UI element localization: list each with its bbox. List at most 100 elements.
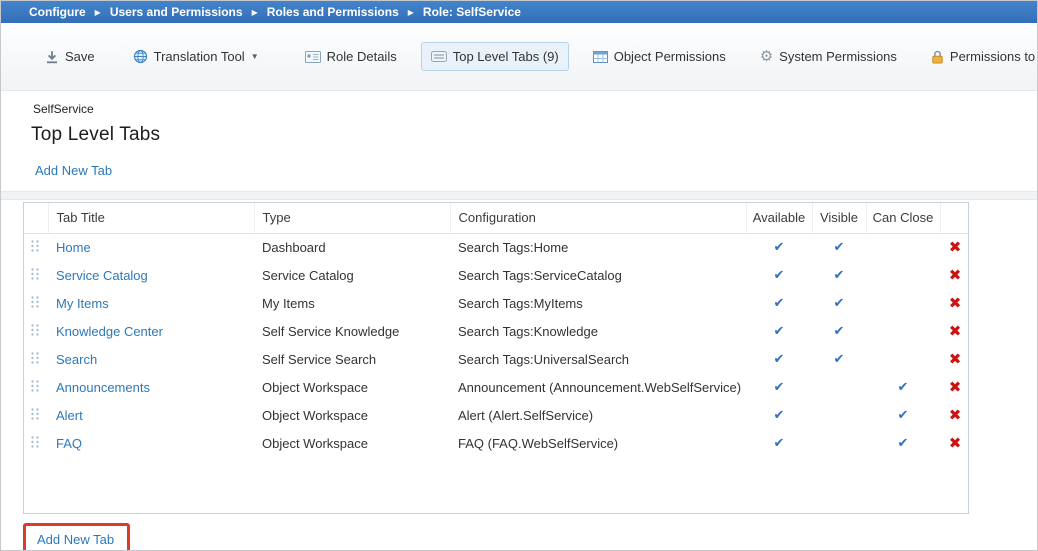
column-header-configuration[interactable]: Configuration	[450, 203, 746, 233]
tab-title-link[interactable]: Knowledge Center	[56, 324, 163, 339]
available-check-icon[interactable]: ✔	[746, 289, 812, 317]
available-check-icon[interactable]: ✔	[746, 233, 812, 261]
tab-title-link[interactable]: Search	[56, 352, 97, 367]
visible-check-icon[interactable]	[812, 373, 866, 401]
drag-handle-icon[interactable]	[30, 295, 40, 309]
save-label: Save	[65, 49, 95, 64]
role-details-icon	[305, 51, 321, 63]
delete-row-icon[interactable]: ✖	[940, 429, 969, 457]
toolbar-tab-role-details[interactable]: Role Details	[295, 42, 407, 71]
page-title: Top Level Tabs	[31, 124, 1037, 146]
available-check-icon[interactable]: ✔	[746, 429, 812, 457]
save-button[interactable]: Save	[35, 42, 105, 71]
drag-handle-icon[interactable]	[30, 435, 40, 449]
tab-configuration-cell: Search Tags:Knowledge	[450, 317, 746, 345]
top-level-tabs-table: Tab Title Type Configuration Available V…	[23, 202, 969, 514]
tab-configuration-cell: Search Tags:UniversalSearch	[450, 345, 746, 373]
delete-row-icon[interactable]: ✖	[940, 289, 969, 317]
toolbar-tab-top-level-tabs[interactable]: Top Level Tabs (9)	[421, 42, 569, 71]
column-header-tab-title[interactable]: Tab Title	[48, 203, 254, 233]
drag-handle-icon[interactable]	[30, 323, 40, 337]
toolbar-tab-system-permissions[interactable]: ⚙ System Permissions	[750, 42, 907, 71]
table-body: HomeDashboardSearch Tags:Home✔✔✖Service …	[24, 233, 969, 457]
available-check-icon[interactable]: ✔	[746, 401, 812, 429]
tab-type-cell: My Items	[254, 289, 450, 317]
toolbar-tab-label: Permissions to Grant Roles	[950, 49, 1038, 64]
tab-title-link[interactable]: Home	[56, 240, 91, 255]
tab-title-link[interactable]: FAQ	[56, 436, 82, 451]
add-new-tab-link-bottom[interactable]: Add New Tab	[37, 532, 114, 547]
delete-row-icon[interactable]: ✖	[940, 233, 969, 261]
handle-column-header	[24, 203, 48, 233]
column-header-available[interactable]: Available	[746, 203, 812, 233]
drag-handle-icon[interactable]	[30, 239, 40, 253]
table-row: HomeDashboardSearch Tags:Home✔✔✖	[24, 233, 969, 261]
can-close-check-icon[interactable]	[866, 233, 940, 261]
tab-title-link[interactable]: Alert	[56, 408, 83, 423]
tab-type-cell: Self Service Search	[254, 345, 450, 373]
table-row: Search Self Service SearchSearch Tags:Uni…	[24, 345, 969, 373]
save-icon	[45, 50, 59, 64]
tab-title-link[interactable]: Announcements	[56, 380, 150, 395]
tab-title-link[interactable]: Service Catalog	[56, 268, 148, 283]
available-check-icon[interactable]: ✔	[746, 373, 812, 401]
available-check-icon[interactable]: ✔	[746, 261, 812, 289]
annotation-highlight-box: Add New Tab	[23, 523, 130, 551]
visible-check-icon[interactable]	[812, 429, 866, 457]
actions-column-header	[940, 203, 969, 233]
can-close-check-icon[interactable]	[866, 261, 940, 289]
breadcrumb-item-role-selfservice[interactable]: Role: SelfService	[423, 5, 521, 19]
drag-handle-icon[interactable]	[30, 379, 40, 393]
table-row: AlertObject WorkspaceAlert (Alert.SelfSe…	[24, 401, 969, 429]
toolbar-tab-permissions-to-grant-roles[interactable]: Permissions to Grant Roles	[921, 42, 1038, 71]
table-row: Service CatalogService CatalogSearch Tag…	[24, 261, 969, 289]
toolbar: Save Translation Tool ▼ Role Details Top…	[1, 23, 1037, 91]
column-header-visible[interactable]: Visible	[812, 203, 866, 233]
breadcrumb-item-roles-and-permissions[interactable]: Roles and Permissions	[267, 5, 399, 19]
can-close-check-icon[interactable]: ✔	[866, 401, 940, 429]
table-row: My ItemsMy ItemsSearch Tags:MyItems✔✔✖	[24, 289, 969, 317]
drag-handle-icon[interactable]	[30, 351, 40, 365]
delete-row-icon[interactable]: ✖	[940, 261, 969, 289]
can-close-check-icon[interactable]	[866, 345, 940, 373]
available-check-icon[interactable]: ✔	[746, 345, 812, 373]
can-close-check-icon[interactable]: ✔	[866, 373, 940, 401]
toolbar-tab-object-permissions[interactable]: Object Permissions	[583, 42, 736, 71]
breadcrumb-arrow-icon: ▶	[408, 8, 414, 17]
role-name-label: SelfService	[33, 102, 1037, 116]
visible-check-icon[interactable]: ✔	[812, 233, 866, 261]
gear-icon: ⚙	[760, 49, 773, 64]
breadcrumb: Configure ▶ Users and Permissions ▶ Role…	[1, 1, 1037, 23]
tab-type-cell: Self Service Knowledge	[254, 317, 450, 345]
can-close-check-icon[interactable]	[866, 289, 940, 317]
visible-check-icon[interactable]: ✔	[812, 317, 866, 345]
chevron-down-icon: ▼	[251, 52, 259, 61]
tab-type-cell: Dashboard	[254, 233, 450, 261]
tab-type-cell: Object Workspace	[254, 401, 450, 429]
available-check-icon[interactable]: ✔	[746, 317, 812, 345]
delete-row-icon[interactable]: ✖	[940, 317, 969, 345]
column-header-can-close[interactable]: Can Close	[866, 203, 940, 233]
delete-row-icon[interactable]: ✖	[940, 373, 969, 401]
delete-row-icon[interactable]: ✖	[940, 345, 969, 373]
breadcrumb-item-users-and-permissions[interactable]: Users and Permissions	[110, 5, 243, 19]
breadcrumb-item-configure[interactable]: Configure	[29, 5, 86, 19]
column-header-type[interactable]: Type	[254, 203, 450, 233]
toolbar-tab-label: Role Details	[327, 49, 397, 64]
drag-handle-icon[interactable]	[30, 407, 40, 421]
visible-check-icon[interactable]: ✔	[812, 345, 866, 373]
tab-configuration-cell: Search Tags:ServiceCatalog	[450, 261, 746, 289]
visible-check-icon[interactable]: ✔	[812, 261, 866, 289]
translation-tool-button[interactable]: Translation Tool ▼	[123, 42, 269, 71]
visible-check-icon[interactable]: ✔	[812, 289, 866, 317]
breadcrumb-arrow-icon: ▶	[95, 8, 101, 17]
tab-title-link[interactable]: My Items	[56, 296, 109, 311]
can-close-check-icon[interactable]: ✔	[866, 429, 940, 457]
can-close-check-icon[interactable]	[866, 317, 940, 345]
drag-handle-icon[interactable]	[30, 267, 40, 281]
globe-icon	[133, 49, 148, 64]
visible-check-icon[interactable]	[812, 401, 866, 429]
add-new-tab-link-top[interactable]: Add New Tab	[35, 163, 112, 178]
delete-row-icon[interactable]: ✖	[940, 401, 969, 429]
tab-configuration-cell: Search Tags:Home	[450, 233, 746, 261]
